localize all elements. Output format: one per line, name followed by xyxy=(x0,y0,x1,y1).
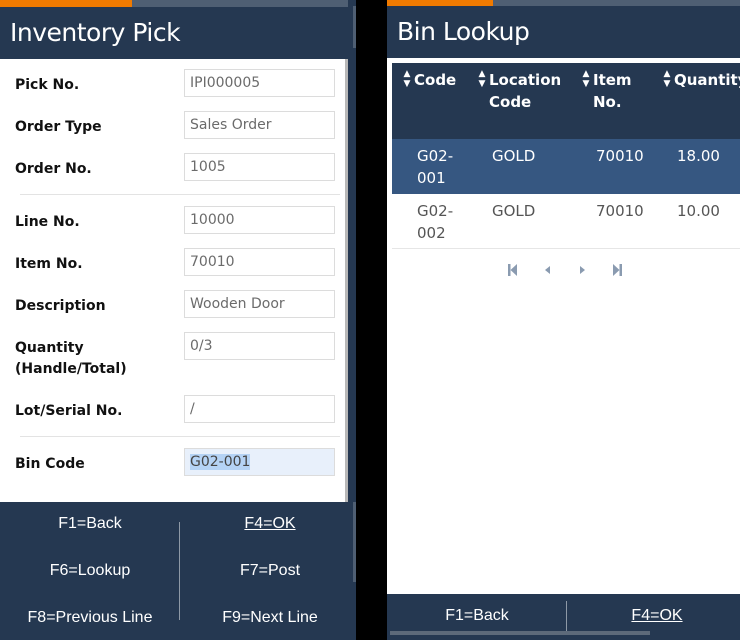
column-header-location-code[interactable]: ▲ ▼ Location Code xyxy=(477,69,562,113)
cell-quantity: 10.00 xyxy=(677,202,720,220)
page-title: Inventory Pick xyxy=(10,18,181,47)
description-input[interactable]: Wooden Door xyxy=(184,290,335,318)
cell-item-no: 70010 xyxy=(596,202,644,220)
inventory-pick-panel: Inventory Pick Pick No. IPI000005 Order … xyxy=(0,0,356,640)
field-label: Order No. xyxy=(15,161,92,177)
field-label: Quantity (Handle/Total) xyxy=(15,340,127,377)
column-label: Item No. xyxy=(593,71,632,111)
sort-icon: ▲ ▼ xyxy=(663,69,671,89)
field-label: Line No. xyxy=(15,214,80,230)
f6-lookup-button[interactable]: F6=Lookup xyxy=(0,561,180,581)
function-key-bar: F1=Back F4=OK F6=Lookup F7=Post F8=Previ… xyxy=(0,502,348,640)
grid-pager xyxy=(387,258,740,282)
function-key-bar: F1=Back F4=OK xyxy=(387,594,740,640)
lot-serial-no-input[interactable]: / xyxy=(184,395,335,423)
f1-back-button[interactable]: F1=Back xyxy=(0,514,180,534)
app-header: Inventory Pick xyxy=(0,7,348,59)
column-label: Code xyxy=(414,71,457,89)
table-row[interactable]: G02-001 GOLD 70010 18.00 xyxy=(392,139,740,194)
column-label: Quantity xyxy=(674,71,740,89)
section-divider xyxy=(20,194,340,195)
field-label: Order Type xyxy=(15,119,102,135)
bin-code-input[interactable]: G02-001 xyxy=(184,448,335,476)
pick-no-input[interactable]: IPI000005 xyxy=(184,69,335,97)
grid-header: ▲ ▼ Code ▲ ▼ Location Code ▲ ▼ Item No. ▲ ▼ Quan… xyxy=(392,63,740,139)
app-header: Bin Lookup xyxy=(387,6,740,58)
previous-page-icon[interactable] xyxy=(541,262,555,276)
bin-code-selected-text: G02-001 xyxy=(190,454,251,470)
bin-lookup-panel: Bin Lookup ▲ ▼ Code ▲ ▼ Location Code ▲ ▼ Item… xyxy=(387,0,740,640)
order-type-input[interactable]: Sales Order xyxy=(184,111,335,139)
line-no-input[interactable]: 10000 xyxy=(184,206,335,234)
sort-icon: ▲ ▼ xyxy=(478,69,486,89)
function-key-divider xyxy=(566,601,567,633)
page-title: Bin Lookup xyxy=(397,17,530,46)
field-label: Item No. xyxy=(15,256,83,272)
field-label: Description xyxy=(15,298,106,314)
column-header-item-no[interactable]: ▲ ▼ Item No. xyxy=(581,69,641,113)
last-page-icon[interactable] xyxy=(610,262,624,276)
bin-lookup-grid: ▲ ▼ Code ▲ ▼ Location Code ▲ ▼ Item No. ▲ ▼ Quan… xyxy=(392,63,740,249)
pick-form: Pick No. IPI000005 Order Type Sales Orde… xyxy=(0,59,345,502)
f4-ok-button[interactable]: F4=OK xyxy=(567,606,740,626)
progress-track xyxy=(0,0,356,7)
item-no-input[interactable]: 70010 xyxy=(184,248,335,276)
f4-ok-button[interactable]: F4=OK xyxy=(180,514,356,534)
f1-back-button[interactable]: F1=Back xyxy=(387,606,567,626)
f7-post-button[interactable]: F7=Post xyxy=(180,561,356,581)
function-key-divider xyxy=(179,522,180,620)
f8-previous-line-button[interactable]: F8=Previous Line xyxy=(0,608,180,628)
field-label: Lot/Serial No. xyxy=(15,403,123,419)
progress-fill xyxy=(0,0,132,7)
column-header-code[interactable]: ▲ ▼ Code xyxy=(402,69,457,95)
section-divider xyxy=(20,436,340,437)
sort-icon: ▲ ▼ xyxy=(582,69,590,89)
cell-code: G02-001 xyxy=(417,147,454,187)
scrollbar-thumb[interactable] xyxy=(353,6,356,48)
column-header-quantity[interactable]: ▲▼Quantity xyxy=(662,69,740,95)
next-page-icon[interactable] xyxy=(575,262,589,276)
quantity-input[interactable]: 0/3 xyxy=(184,332,335,360)
f9-next-line-button[interactable]: F9=Next Line xyxy=(180,608,356,628)
cell-location-code: GOLD xyxy=(492,147,536,165)
cell-quantity: 18.00 xyxy=(677,147,720,165)
sort-icon: ▲ ▼ xyxy=(403,69,411,89)
field-label: Bin Code xyxy=(15,456,85,472)
table-row[interactable]: G02-002 GOLD 70010 10.00 xyxy=(392,194,740,249)
cell-code: G02-002 xyxy=(417,202,454,242)
horizontal-scrollbar-thumb[interactable] xyxy=(390,631,650,635)
first-page-icon[interactable] xyxy=(506,262,520,276)
order-no-input[interactable]: 1005 xyxy=(184,153,335,181)
cell-location-code: GOLD xyxy=(492,202,536,220)
field-label: Pick No. xyxy=(15,77,80,93)
column-label: Location Code xyxy=(489,71,562,111)
cell-item-no: 70010 xyxy=(596,147,644,165)
